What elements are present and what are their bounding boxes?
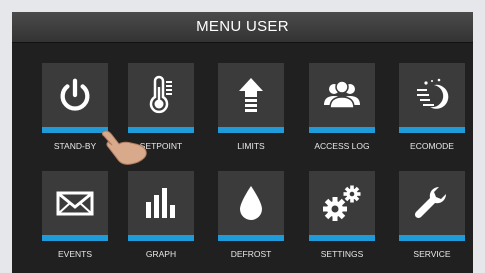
tile-label: GRAPH: [145, 249, 177, 259]
menu-tile-stand-by[interactable]: STAND-BY: [42, 63, 108, 151]
pointing-hand-icon: [101, 130, 147, 165]
menu-tile-settings[interactable]: SETTINGS: [309, 171, 375, 259]
menu-tile-graph[interactable]: GRAPH: [128, 171, 194, 259]
bar-chart-icon: [146, 188, 175, 218]
gears-icon: [323, 185, 361, 221]
tile-label: EVENTS: [57, 249, 92, 259]
tile-label: DEFROST: [230, 249, 272, 259]
tile-label: LIMITS: [237, 141, 265, 151]
menu-tile-service[interactable]: SERVICE: [399, 171, 465, 259]
tile-label: SETTINGS: [320, 249, 364, 259]
arrow-up-icon: [239, 78, 263, 112]
power-icon: [60, 78, 90, 111]
thermometer-icon: [149, 75, 172, 114]
tile-label: SERVICE: [413, 249, 451, 259]
drop-icon: [240, 186, 262, 220]
tile-label: ECOMODE: [410, 141, 454, 151]
users-icon: [324, 80, 360, 109]
envelope-icon: [56, 191, 94, 216]
menu-tile-limits[interactable]: LIMITS: [218, 63, 284, 151]
page-title: MENU USER: [12, 12, 473, 43]
moon-icon: [417, 78, 449, 109]
tile-label: ACCESS LOG: [314, 141, 370, 151]
menu-tile-access-log[interactable]: ACCESS LOG: [309, 63, 375, 151]
menu-screen: MENU USER STAND-BY SETPOINT LIMITS ACCES…: [12, 12, 473, 273]
menu-tile-ecomode[interactable]: ECOMODE: [399, 63, 465, 151]
wrench-icon: [414, 186, 447, 219]
menu-tile-defrost[interactable]: DEFROST: [218, 171, 284, 259]
menu-tile-events[interactable]: EVENTS: [42, 171, 108, 259]
